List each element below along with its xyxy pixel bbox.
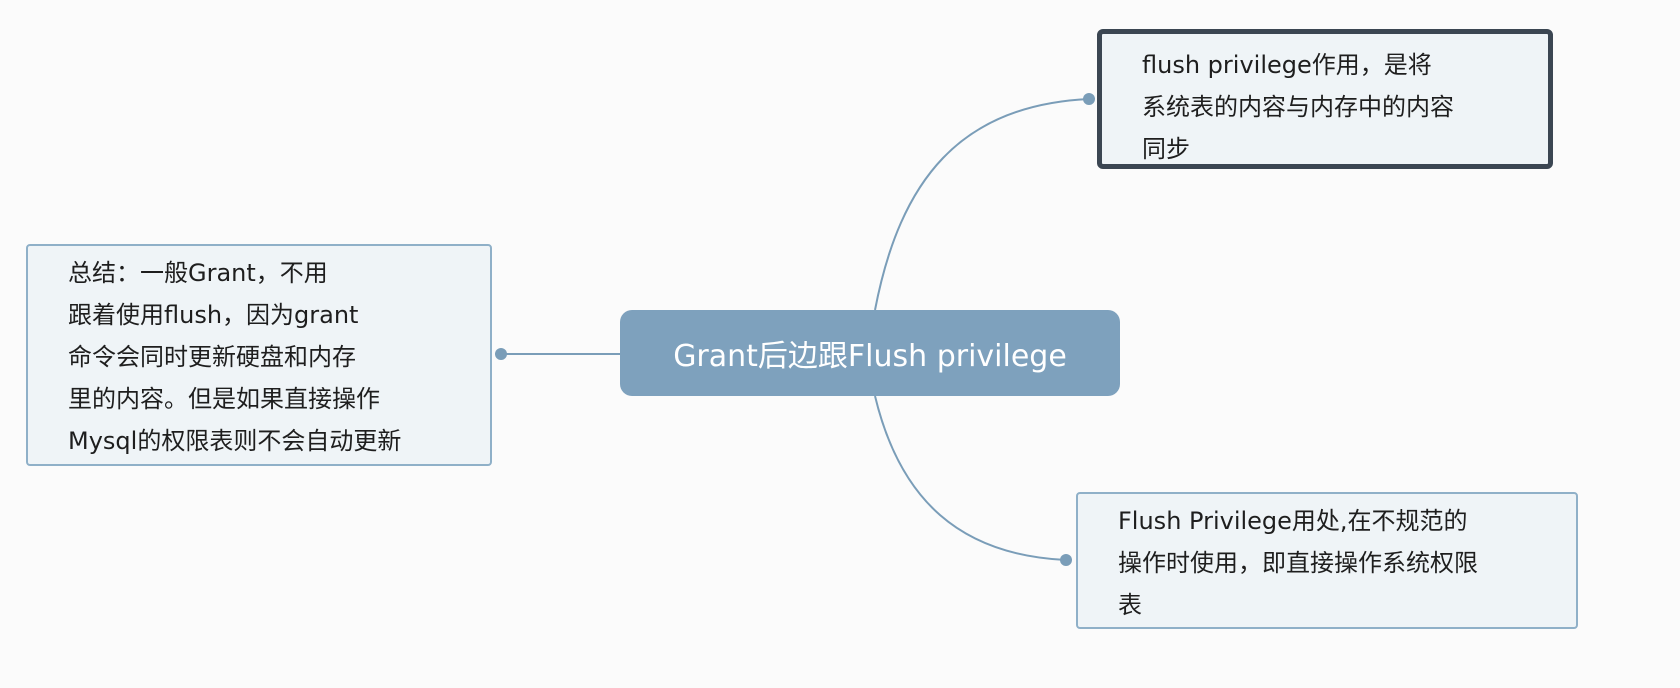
central-topic[interactable]: Grant后边跟Flush privilege [620,310,1120,396]
subtopic-text-line: 同步 [1142,135,1190,163]
connector-bottom-right-dot [1060,554,1072,566]
connector-left-dot [495,348,507,360]
subtopic-text-line: 系统表的内容与内存中的内容 [1142,93,1454,121]
connector-top-right [874,98,1090,311]
subtopic-text-line: 跟着使用flush，因为grant [68,301,359,329]
subtopic-text-line: 里的内容。但是如果直接操作 [68,385,380,413]
subtopic-flush-privilege-usage[interactable]: Flush Privilege用处,在不规范的 操作时使用，即直接操作系统权限 … [1076,492,1578,629]
subtopic-text-line: 表 [1118,591,1142,619]
subtopic-text-line: flush privilege作用，是将 [1142,51,1432,79]
subtopic-text-line: 总结：一般Grant，不用 [68,259,328,287]
connector-bottom-right [874,395,1067,561]
central-topic-label: Grant后边跟Flush privilege [673,339,1067,374]
subtopic-text-line: 命令会同时更新硬盘和内存 [68,343,356,371]
subtopic-text-line: Flush Privilege用处,在不规范的 [1118,507,1468,535]
subtopic-flush-privilege-purpose[interactable]: flush privilege作用，是将 系统表的内容与内存中的内容 同步 [1097,29,1553,169]
connector-top-right-dot [1083,93,1095,105]
subtopic-text-line: Mysql的权限表则不会自动更新 [68,427,402,455]
subtopic-text-line: 操作时使用，即直接操作系统权限 [1118,549,1478,577]
subtopic-summary[interactable]: 总结：一般Grant，不用 跟着使用flush，因为grant 命令会同时更新硬… [26,244,492,466]
